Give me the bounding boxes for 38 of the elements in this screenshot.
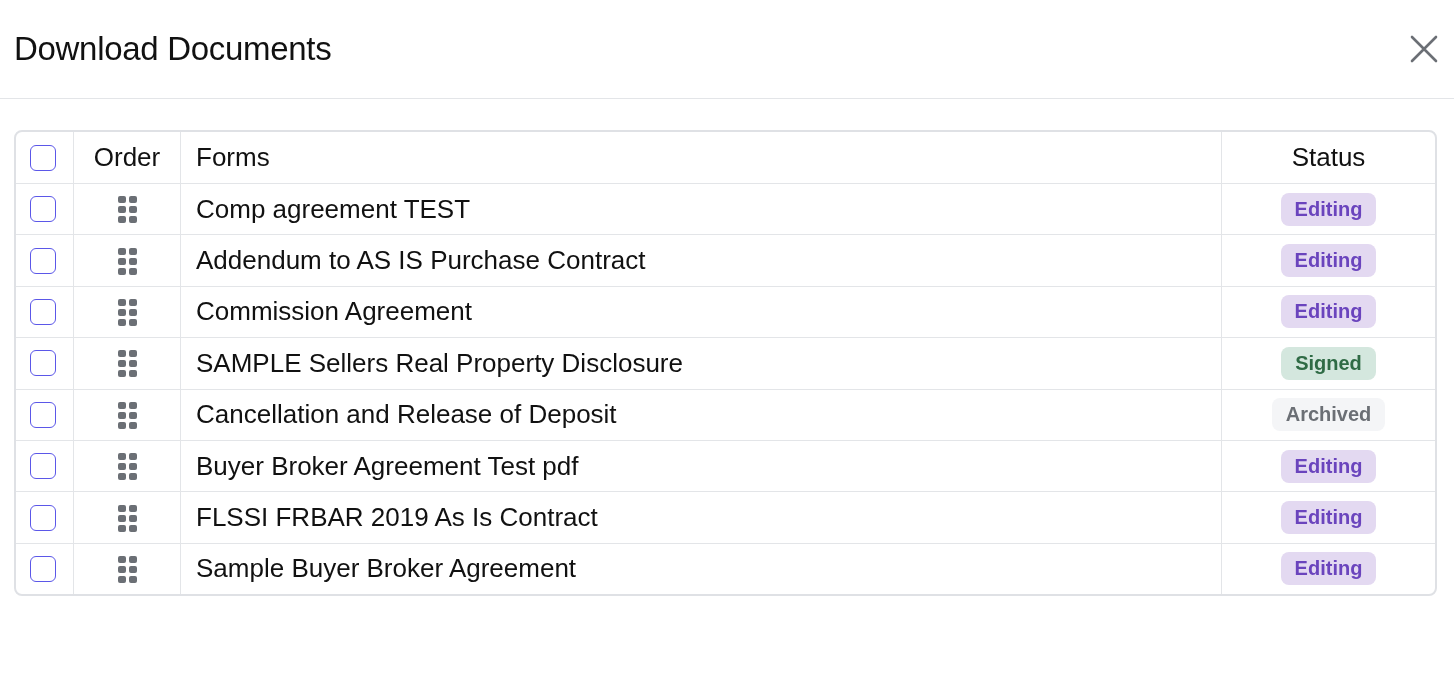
- row-checkbox[interactable]: [30, 453, 56, 480]
- row-checkbox[interactable]: [30, 196, 56, 223]
- row-checkbox[interactable]: [30, 350, 56, 377]
- column-header: Status: [1291, 142, 1366, 173]
- drag-handle-icon[interactable]: [117, 195, 137, 224]
- status-badge: Editing: [1280, 449, 1377, 483]
- drag-handle-icon[interactable]: [117, 246, 137, 275]
- table-cell: Buyer Broker Agreement Test pdf: [196, 450, 579, 482]
- column-header: Forms: [196, 142, 270, 173]
- table-cell: Cancellation and Release of Deposit: [196, 399, 617, 431]
- close-icon[interactable]: [1410, 35, 1438, 63]
- status-badge: Editing: [1280, 295, 1377, 329]
- table-cell: Comp agreement TEST: [196, 193, 471, 225]
- column-header: Order: [93, 142, 161, 173]
- status-badge: Archived: [1271, 398, 1386, 432]
- status-badge: Editing: [1280, 244, 1377, 278]
- select-all-checkbox[interactable]: [30, 144, 56, 171]
- status-badge: Signed: [1281, 346, 1376, 380]
- dialog-title: Download Documents: [14, 30, 332, 68]
- row-checkbox[interactable]: [30, 504, 56, 531]
- table-cell: FLSSI FRBAR 2019 As Is Contract: [196, 502, 598, 534]
- row-checkbox[interactable]: [30, 247, 56, 274]
- drag-handle-icon[interactable]: [117, 400, 137, 429]
- row-checkbox[interactable]: [30, 401, 56, 428]
- drag-handle-icon[interactable]: [117, 554, 137, 583]
- status-badge: Editing: [1280, 552, 1377, 586]
- table-cell: Addendum to AS IS Purchase Contract: [196, 245, 646, 277]
- drag-handle-icon[interactable]: [117, 503, 137, 532]
- row-checkbox[interactable]: [30, 555, 56, 582]
- drag-handle-icon[interactable]: [117, 452, 137, 481]
- status-badge: Editing: [1280, 192, 1377, 226]
- table-cell: SAMPLE Sellers Real Property Disclosure: [196, 347, 683, 379]
- row-checkbox[interactable]: [30, 298, 56, 325]
- table-cell: Commission Agreement: [196, 296, 472, 328]
- status-badge: Editing: [1280, 501, 1377, 535]
- drag-handle-icon[interactable]: [117, 297, 137, 326]
- table-cell: Sample Buyer Broker Agreement: [196, 553, 577, 585]
- drag-handle-icon[interactable]: [117, 349, 137, 378]
